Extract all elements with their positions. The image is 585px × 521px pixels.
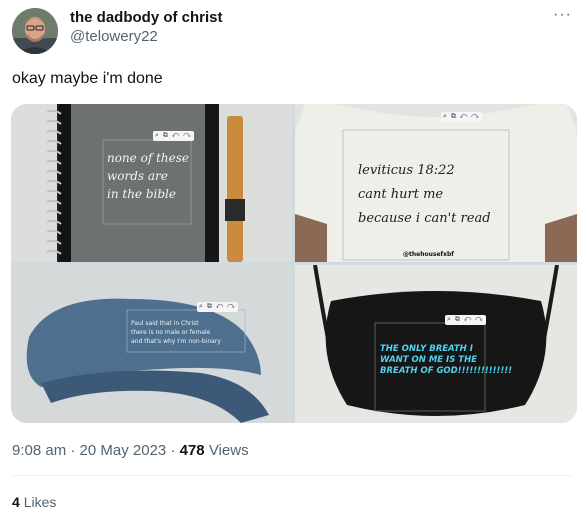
tweet-meta: 9:08 am · 20 May 2023 · 478 Views <box>12 441 249 461</box>
display-name[interactable]: the dadbody of christ <box>70 9 223 27</box>
image-toolbar: ⌕ ⧉ ↶ ↷ <box>445 315 486 325</box>
more-options-icon[interactable]: ··· <box>553 6 572 24</box>
user-handle[interactable]: @telowery22 <box>70 27 223 47</box>
media-visor[interactable]: ⌕ ⧉ ↶ ↷ Paul said that in Christ there i… <box>11 265 292 423</box>
image-toolbar: ⌕ ⧉ ↶ ↷ <box>441 112 482 122</box>
timestamp-date[interactable]: 20 May 2023 <box>80 442 167 459</box>
likes-count: 4 <box>12 494 20 510</box>
media-grid: ⌕ ⧉ ↶ ↷ none of these words are in the b… <box>11 104 577 423</box>
image-toolbar: ⌕ ⧉ ↶ ↷ <box>197 302 238 312</box>
media-notebook[interactable]: ⌕ ⧉ ↶ ↷ none of these words are in the b… <box>11 104 292 262</box>
divider <box>12 475 572 476</box>
notebook-caption: none of these words are in the bible <box>107 151 189 201</box>
views-label: Views <box>208 442 249 459</box>
meta-separator: · <box>70 442 76 459</box>
likes-link[interactable]: 4 Likes <box>12 492 56 512</box>
media-mask[interactable]: ⌕ ⧉ ↶ ↷ THE ONLY BREATH I WANT ON ME IS … <box>295 265 577 423</box>
tweet-text: okay maybe i'm done <box>12 70 163 87</box>
author-names: the dadbody of christ @telowery22 <box>70 9 223 47</box>
image-toolbar: ⌕ ⧉ ↶ ↷ <box>153 131 194 141</box>
meta-separator: · <box>170 442 176 459</box>
avatar[interactable] <box>12 8 58 54</box>
tshirt-caption: leviticus 18:22 cant hurt me because i c… <box>358 163 491 226</box>
timestamp-time[interactable]: 9:08 am <box>12 442 66 459</box>
visor-caption: Paul said that in Christ there is no mal… <box>131 320 221 345</box>
views-count: 478 <box>179 442 205 459</box>
tweet-header: the dadbody of christ @telowery22 ··· <box>12 6 572 54</box>
tshirt-watermark: @thehousefxbf <box>403 251 454 258</box>
mask-caption: THE ONLY BREATH I WANT ON ME IS THE BREA… <box>380 344 512 376</box>
likes-label: Likes <box>23 494 57 510</box>
media-tshirt[interactable]: ⌕ ⧉ ↶ ↷ leviticus 18:22 cant hurt me bec… <box>295 104 577 262</box>
